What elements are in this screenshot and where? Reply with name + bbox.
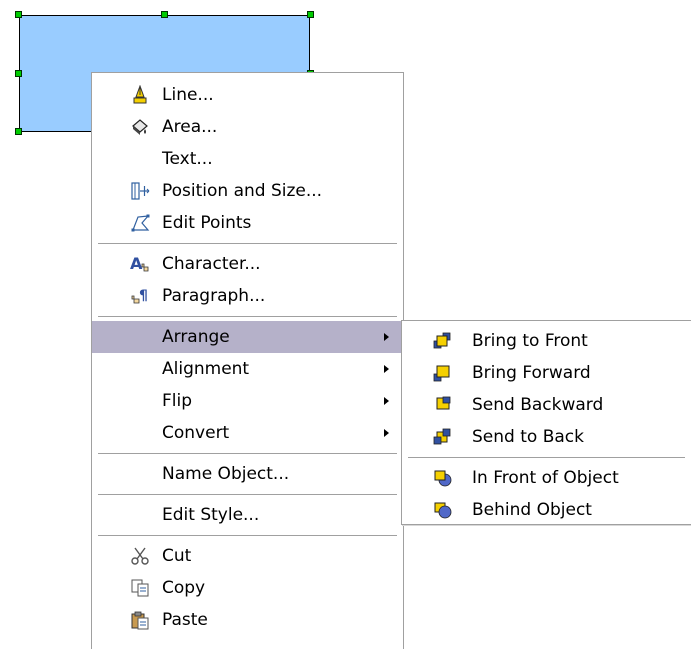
- in-front-of-object-icon: [434, 470, 452, 487]
- submenu-arrow-icon: [384, 429, 389, 437]
- behind-object-icon: [434, 502, 452, 519]
- menu-item-arrange[interactable]: Arrange: [92, 321, 403, 353]
- submenu-item-send-backward[interactable]: Send Backward: [402, 389, 691, 421]
- menu-item-paragraph[interactable]: ¶ Paragraph...: [92, 280, 403, 312]
- menu-item-alignment[interactable]: Alignment: [92, 353, 403, 385]
- menu-separator: [98, 453, 397, 454]
- submenu-arrow-icon: [384, 397, 389, 405]
- resize-handle-top-center[interactable]: [161, 11, 168, 18]
- menu-item-label: Convert: [162, 423, 230, 443]
- character-icon: A: [130, 254, 149, 273]
- submenu-item-behind-object[interactable]: Behind Object: [402, 494, 691, 526]
- menu-item-label: Behind Object: [472, 500, 592, 520]
- menu-item-label: Edit Style...: [162, 505, 260, 525]
- submenu-arrow-icon: [384, 333, 389, 341]
- menu-separator: [98, 535, 397, 536]
- bring-forward-icon: [433, 365, 450, 382]
- menu-item-character[interactable]: A Character...: [92, 248, 403, 280]
- menu-separator: [98, 494, 397, 495]
- menu-item-label: Text...: [162, 149, 213, 169]
- menu-item-label: Paragraph...: [162, 286, 266, 306]
- menu-item-label: Send Backward: [472, 395, 604, 415]
- menu-item-label: Bring to Front: [472, 331, 588, 351]
- menu-item-label: Flip: [162, 391, 193, 411]
- submenu-item-send-to-back[interactable]: Send to Back: [402, 421, 691, 453]
- submenu-item-bring-forward[interactable]: Bring Forward: [402, 357, 691, 389]
- edit-points-icon: [131, 214, 150, 232]
- menu-item-label: Copy: [162, 578, 206, 598]
- menu-item-paste[interactable]: Paste: [92, 604, 403, 636]
- menu-item-label: Bring Forward: [472, 363, 591, 383]
- menu-separator: [98, 243, 397, 244]
- menu-item-label: Area...: [162, 117, 218, 137]
- menu-item-label: In Front of Object: [472, 468, 619, 488]
- menu-item-label: Cut: [162, 546, 192, 566]
- resize-handle-top-left[interactable]: [15, 11, 22, 18]
- menu-item-edit-style[interactable]: Edit Style...: [92, 499, 403, 531]
- menu-item-label: Edit Points: [162, 213, 252, 233]
- menu-item-copy[interactable]: Copy: [92, 572, 403, 604]
- menu-separator: [408, 457, 685, 458]
- svg-text:A: A: [130, 254, 143, 273]
- menu-item-label: Character...: [162, 254, 261, 274]
- copy-icon: [131, 579, 149, 597]
- menu-item-label: Paste: [162, 610, 208, 630]
- menu-item-cut[interactable]: Cut: [92, 540, 403, 572]
- context-menu: Line... Area... Text... Position and Siz…: [91, 72, 404, 649]
- resize-handle-middle-left[interactable]: [15, 70, 22, 77]
- resize-handle-bottom-left[interactable]: [15, 128, 22, 135]
- resize-handle-top-right[interactable]: [307, 11, 314, 18]
- paste-icon: [131, 611, 149, 630]
- menu-item-flip[interactable]: Flip: [92, 385, 403, 417]
- send-backward-icon: [436, 396, 451, 410]
- arrange-submenu: Bring to Front Bring Forward Send Backwa…: [401, 320, 691, 525]
- paragraph-icon: ¶: [131, 288, 148, 304]
- send-to-back-icon: [433, 428, 451, 445]
- menu-item-label: Line...: [162, 85, 214, 105]
- area-icon: [132, 119, 148, 135]
- menu-item-edit-points[interactable]: Edit Points: [92, 207, 403, 239]
- menu-item-label: Send to Back: [472, 427, 584, 447]
- bring-to-front-icon: [433, 332, 451, 349]
- menu-item-label: Arrange: [162, 327, 230, 347]
- menu-item-label: Position and Size...: [162, 181, 323, 201]
- menu-item-text[interactable]: Text...: [92, 143, 403, 175]
- submenu-arrow-icon: [384, 365, 389, 373]
- scissors-icon: [131, 547, 149, 565]
- menu-item-line[interactable]: Line...: [92, 79, 403, 111]
- menu-separator: [98, 316, 397, 317]
- submenu-item-bring-to-front[interactable]: Bring to Front: [402, 325, 691, 357]
- submenu-item-in-front-of-object[interactable]: In Front of Object: [402, 462, 691, 494]
- menu-item-label: Alignment: [162, 359, 250, 379]
- menu-item-position-and-size[interactable]: Position and Size...: [92, 175, 403, 207]
- menu-item-area[interactable]: Area...: [92, 111, 403, 143]
- line-icon: [133, 85, 147, 104]
- menu-item-label: Name Object...: [162, 464, 290, 484]
- menu-item-convert[interactable]: Convert: [92, 417, 403, 449]
- menu-item-name-object[interactable]: Name Object...: [92, 458, 403, 490]
- position-size-icon: [131, 182, 150, 200]
- svg-text:¶: ¶: [139, 288, 148, 304]
